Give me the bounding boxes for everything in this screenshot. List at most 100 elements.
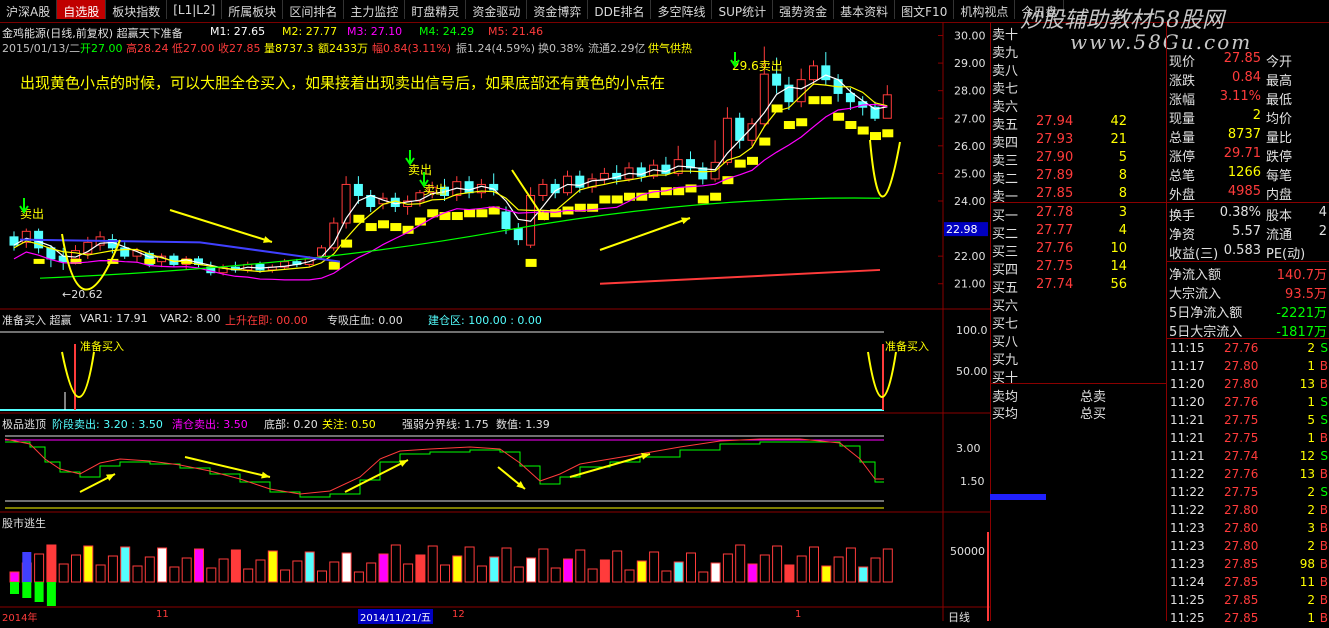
tick-row: 11:24 27.85 11 B <box>1168 573 1329 592</box>
flow-value: 140.7万 <box>1276 268 1327 283</box>
tick-row: 11:21 27.75 1 B <box>1168 429 1329 448</box>
tick-price: 27.80 <box>1224 359 1259 373</box>
y-label: 3.00 <box>956 442 981 455</box>
order-row-sell[interactable]: 卖一 27.85 8 <box>992 184 1167 205</box>
pane3-arrow-head <box>641 452 650 460</box>
order-row-sell[interactable]: 卖九 <box>992 40 1167 61</box>
tick-direction: S <box>1320 449 1328 463</box>
menu-item-8[interactable]: 资金驱动 <box>466 0 528 19</box>
flow-row: 5日大宗流入 -1817万 <box>1168 320 1329 340</box>
tick-time: 11:20 <box>1170 377 1205 391</box>
order-row-buy[interactable]: 买二 27.77 4 <box>992 221 1167 242</box>
volume-bar <box>833 556 844 583</box>
tick-price: 27.76 <box>1224 467 1259 481</box>
yellow-step <box>144 258 156 264</box>
menu-item-0[interactable]: 沪深A股 <box>0 0 58 19</box>
volume-bar <box>427 545 438 583</box>
menu-item-10[interactable]: DDE排名 <box>588 0 652 19</box>
divider-book-bottom <box>990 383 1166 384</box>
tick-direction: B <box>1319 611 1328 625</box>
order-row-buy[interactable]: 买六 <box>992 293 1167 314</box>
order-row-buy[interactable]: 买八 <box>992 329 1167 350</box>
menu-item-7[interactable]: 盯盘精灵 <box>405 0 467 19</box>
quote-value: 4985 <box>1227 184 1261 199</box>
quote2-label-right: 股本 <box>1266 209 1293 224</box>
tick-direction: S <box>1320 395 1328 409</box>
tick-time: 11:23 <box>1170 557 1205 571</box>
volume-bar-neg <box>34 582 44 602</box>
tick-price: 27.75 <box>1224 485 1259 499</box>
menu-item-4[interactable]: 所属板块 <box>222 0 284 19</box>
buy-label: 准备买入 <box>885 339 929 353</box>
yellow-step <box>820 96 832 105</box>
volume-bar <box>255 559 266 583</box>
order-row-sell[interactable]: 卖三 27.90 5 <box>992 148 1167 169</box>
tick-time: 11:22 <box>1170 503 1205 517</box>
order-row-sell[interactable]: 卖十 <box>992 22 1167 43</box>
tick-price: 27.85 <box>1224 593 1259 607</box>
flow-value: 93.5万 <box>1285 287 1327 302</box>
menu-item-9[interactable]: 资金博弈 <box>527 0 589 19</box>
order-row-buy[interactable]: 买九 <box>992 347 1167 368</box>
order-row-buy[interactable]: 买七 <box>992 311 1167 332</box>
volume-bar <box>280 569 291 583</box>
y-label: 29.00 <box>954 57 986 70</box>
order-row-buy[interactable]: 买三 27.76 10 <box>992 239 1167 260</box>
order-row-sell[interactable]: 卖八 <box>992 58 1167 79</box>
yellow-step <box>783 121 795 130</box>
tick-volume: 13 <box>1299 377 1315 391</box>
tick-row: 11:23 27.80 2 B <box>1168 537 1329 556</box>
menu-item-3[interactable]: [L1|L2] <box>167 0 223 19</box>
menu-item-14[interactable]: 基本资料 <box>834 0 896 19</box>
order-row-buy[interactable]: 买五 27.74 56 <box>992 275 1167 296</box>
order-row-sell[interactable]: 卖二 27.89 8 <box>992 166 1167 187</box>
menu-item-5[interactable]: 区间排名 <box>283 0 345 19</box>
candle-body <box>722 117 732 163</box>
tick-price: 27.76 <box>1224 341 1259 355</box>
tick-direction: S <box>1320 341 1328 355</box>
menu-item-2[interactable]: 板块指数 <box>106 0 168 19</box>
volume-bar-neg <box>22 582 32 598</box>
yellow-step <box>857 126 869 135</box>
axis-cursor-date: 2014/11/21/五 <box>358 609 434 624</box>
tick-volume: 1 <box>1307 611 1315 625</box>
volume-bar <box>821 565 832 583</box>
yellow-step <box>882 129 894 138</box>
tick-volume: 2 <box>1307 485 1315 499</box>
yellow-step <box>33 258 45 264</box>
tick-direction: B <box>1319 467 1328 481</box>
order-volume: 56 <box>1110 277 1127 292</box>
volume-bar <box>599 559 610 583</box>
menu-item-16[interactable]: 机构视点 <box>954 0 1016 19</box>
quote-row: 涨停 29.71 跌停 <box>1168 145 1329 165</box>
menu-item-1[interactable]: 自选股 <box>57 0 107 19</box>
avg-buy-label: 买均 <box>992 407 1019 422</box>
quote-label-right: 量比 <box>1266 131 1293 146</box>
volume-bar <box>784 564 795 583</box>
volume-bar <box>661 570 672 583</box>
volume-bar <box>587 568 598 583</box>
tick-direction: S <box>1320 485 1328 499</box>
menu-item-6[interactable]: 主力监控 <box>344 0 406 19</box>
order-row-sell[interactable]: 卖六 <box>992 94 1167 115</box>
pane3-focus: 关注: 0.50 <box>322 418 376 431</box>
volume-bar <box>735 544 746 583</box>
order-row-sell[interactable]: 卖四 27.93 21 <box>992 130 1167 151</box>
menu-item-12[interactable]: SUP统计 <box>712 0 774 19</box>
tick-price: 27.85 <box>1224 557 1259 571</box>
quote2-row: 换手 0.38% 股本 4 <box>1168 204 1329 224</box>
order-row-buy[interactable]: 买十 <box>992 365 1167 386</box>
order-row-sell[interactable]: 卖五 27.94 42 <box>992 112 1167 133</box>
order-row-buy[interactable]: 买四 27.75 14 <box>992 257 1167 278</box>
order-row-buy[interactable]: 买一 27.78 3 <box>992 203 1167 224</box>
volume-bar <box>440 564 450 583</box>
order-volume: 8 <box>1118 168 1127 183</box>
menu-item-11[interactable]: 多空阵线 <box>651 0 713 19</box>
menu-item-13[interactable]: 强势资金 <box>773 0 835 19</box>
order-row-sell[interactable]: 卖七 <box>992 76 1167 97</box>
yellow-step <box>808 96 820 105</box>
tick-direction: B <box>1319 539 1328 553</box>
axis-period[interactable]: 日线 <box>948 609 970 625</box>
y-label: 30.00 <box>954 30 986 43</box>
menu-item-15[interactable]: 图文F10 <box>895 0 955 19</box>
